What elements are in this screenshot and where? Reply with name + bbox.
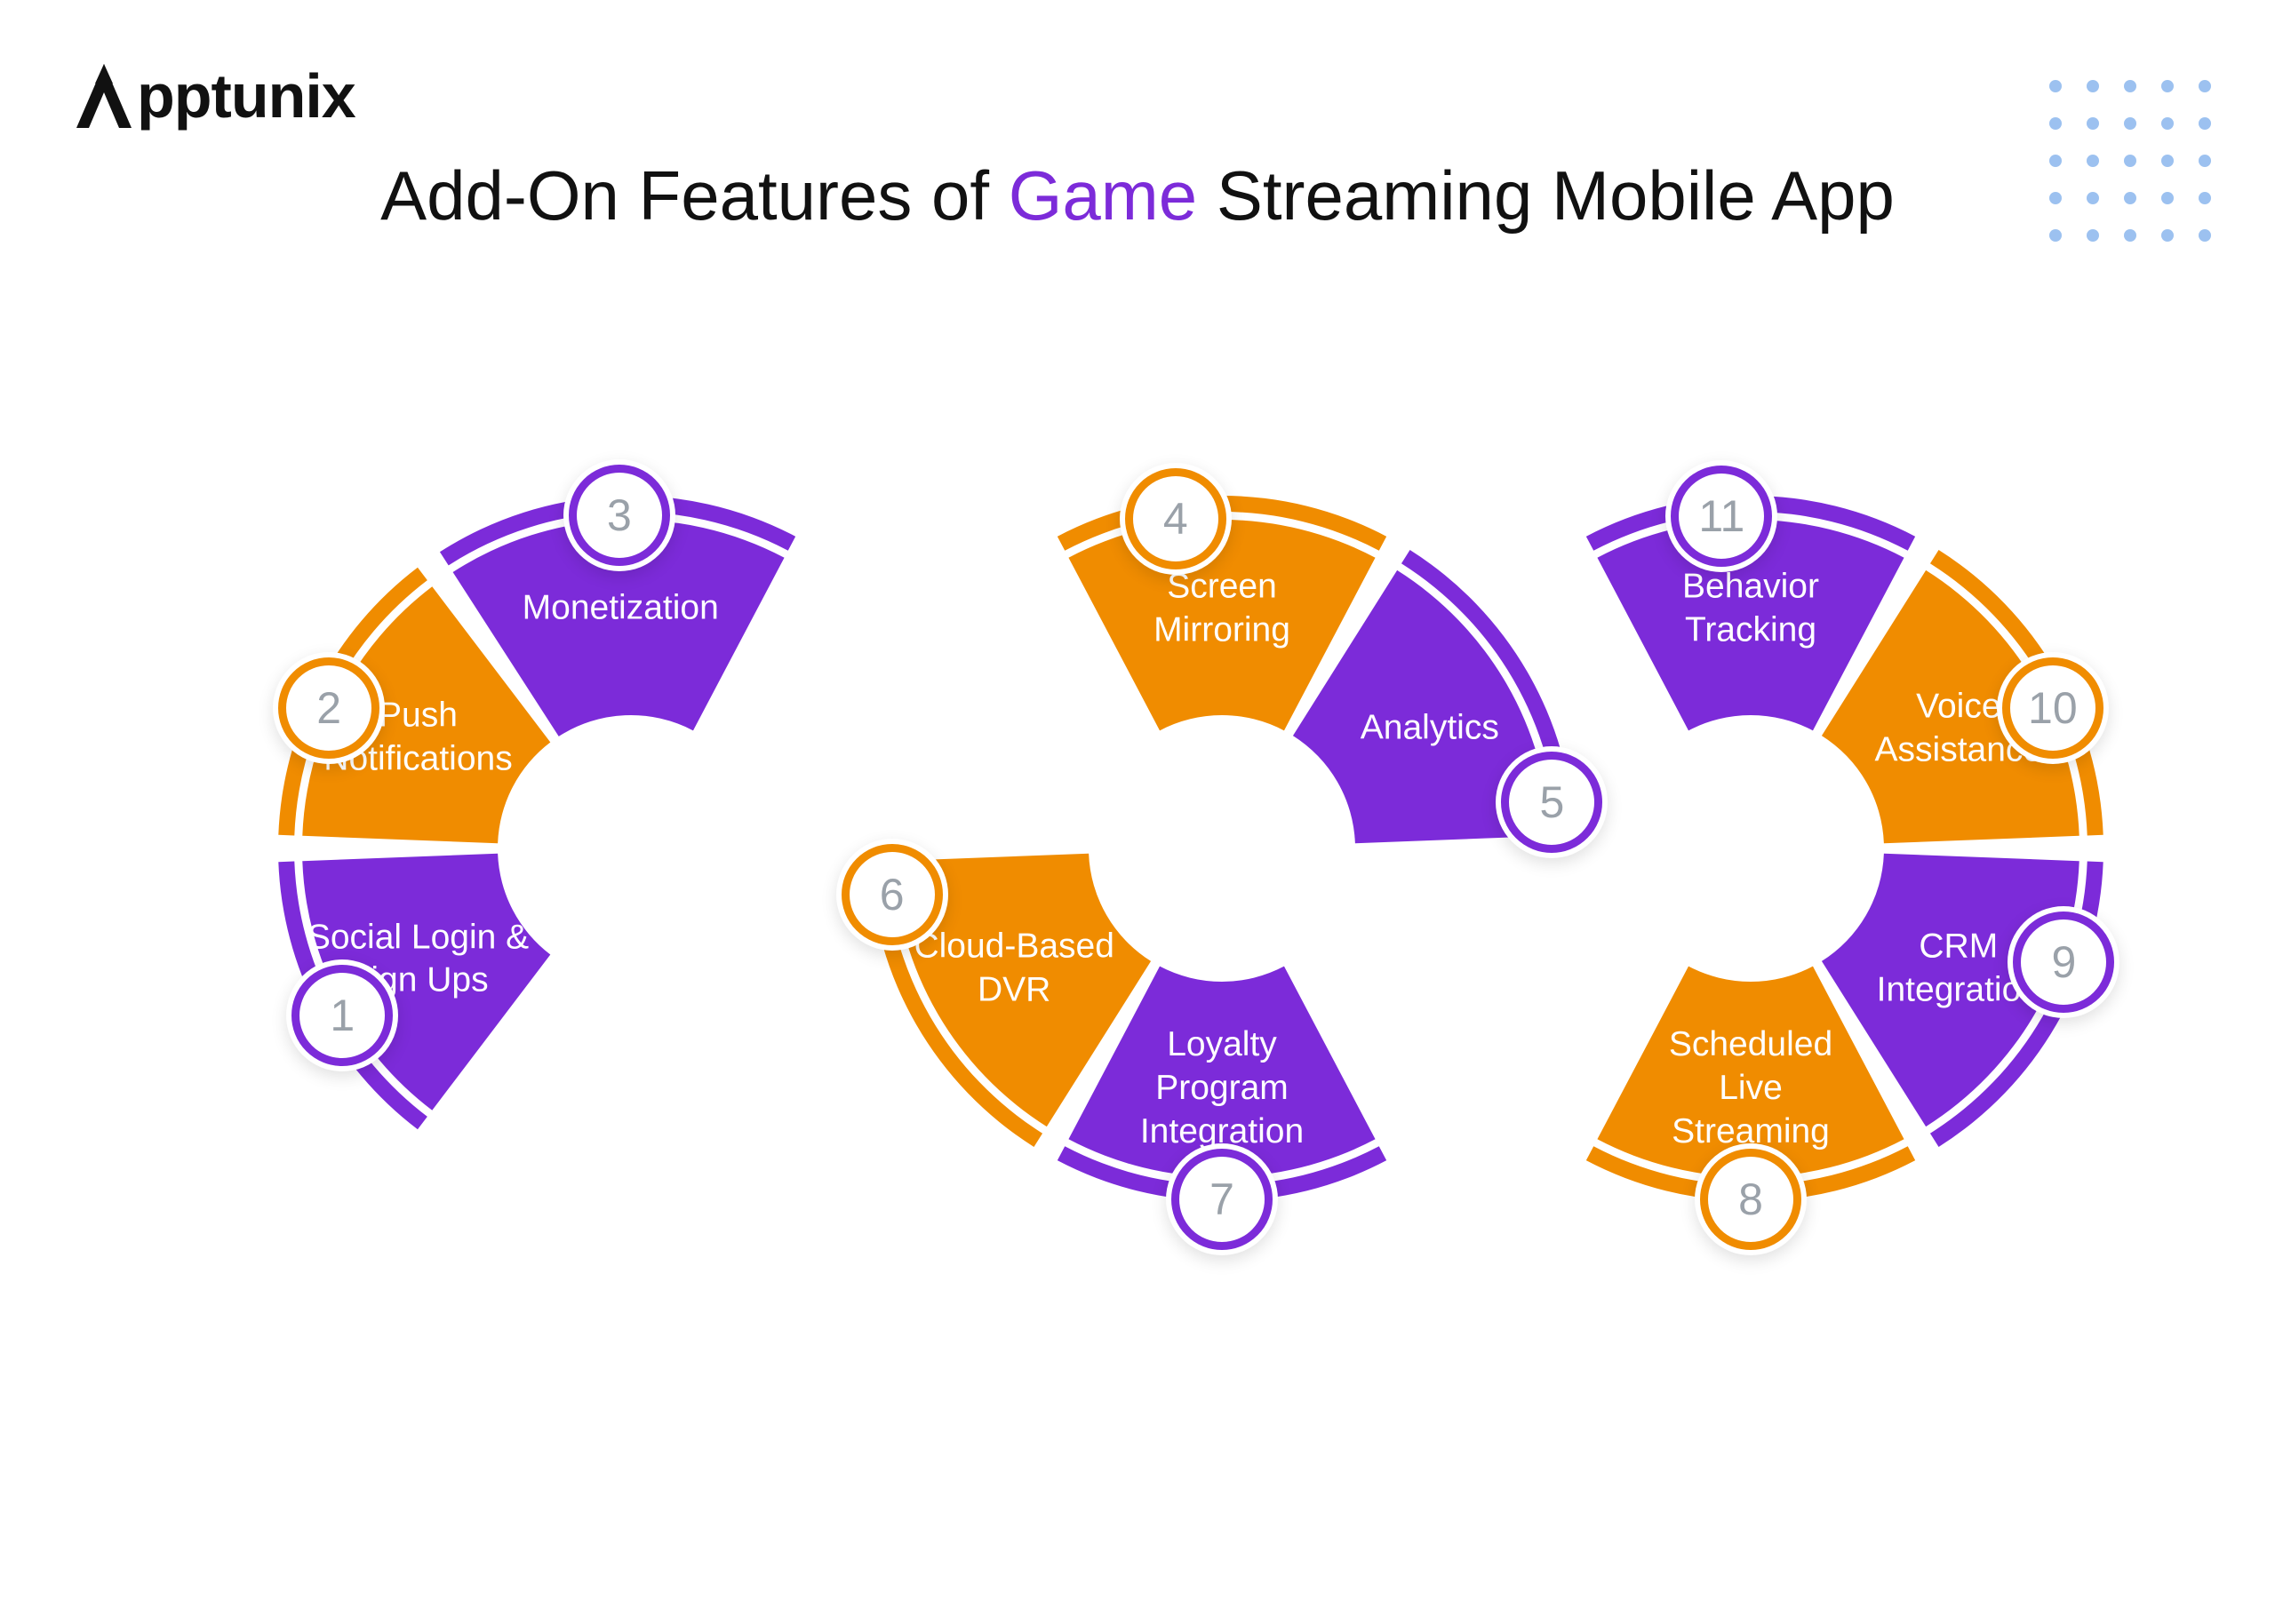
title-accent: Game [1009,156,1197,235]
feature-badge-9: 9 [2008,906,2119,1018]
feature-label-3: Monetization [523,587,719,631]
feature-label-7: Loyalty Program Integration [1140,1023,1304,1153]
brand-logo: pptunix [73,60,355,131]
feature-diagram: Social Login & Sign Ups1Push Notificatio… [89,280,2186,1568]
feature-badge-7: 7 [1166,1143,1278,1255]
feature-label-6: Cloud-Based DVR [914,925,1114,1012]
brand-text: pptunix [137,60,355,131]
brand-mark-a-icon [73,60,135,131]
feature-badge-5: 5 [1496,746,1608,858]
feature-badge-4: 4 [1120,463,1232,575]
feature-badge-11: 11 [1665,460,1777,572]
feature-badge-2: 2 [273,652,385,764]
page-title: Add-On Features of Game Streaming Mobile… [0,155,2275,236]
feature-badge-6: 6 [836,839,948,951]
title-pre: Add-On Features of [380,156,1009,235]
feature-label-4: Screen Mirroring [1153,565,1290,652]
feature-label-5: Analytics [1361,707,1499,751]
feature-badge-8: 8 [1695,1143,1807,1255]
feature-label-11: Behavior Tracking [1682,565,1819,652]
decorative-dot-grid [2049,80,2213,243]
title-post: Streaming Mobile App [1197,156,1895,235]
feature-badge-10: 10 [1997,652,2109,764]
feature-badge-3: 3 [563,459,675,571]
feature-label-8: Scheduled Live Streaming [1669,1023,1832,1153]
feature-badge-1: 1 [286,959,398,1071]
